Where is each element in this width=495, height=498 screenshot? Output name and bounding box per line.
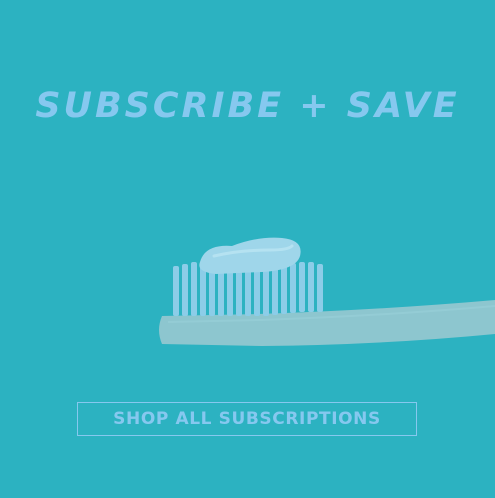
subscribe-banner[interactable]: SUBSCRIBE + SAVE SHOP ALL SUBSCRIPTIONS	[0, 0, 495, 498]
shop-all-subscriptions-button[interactable]: SHOP ALL SUBSCRIPTIONS	[77, 402, 417, 436]
